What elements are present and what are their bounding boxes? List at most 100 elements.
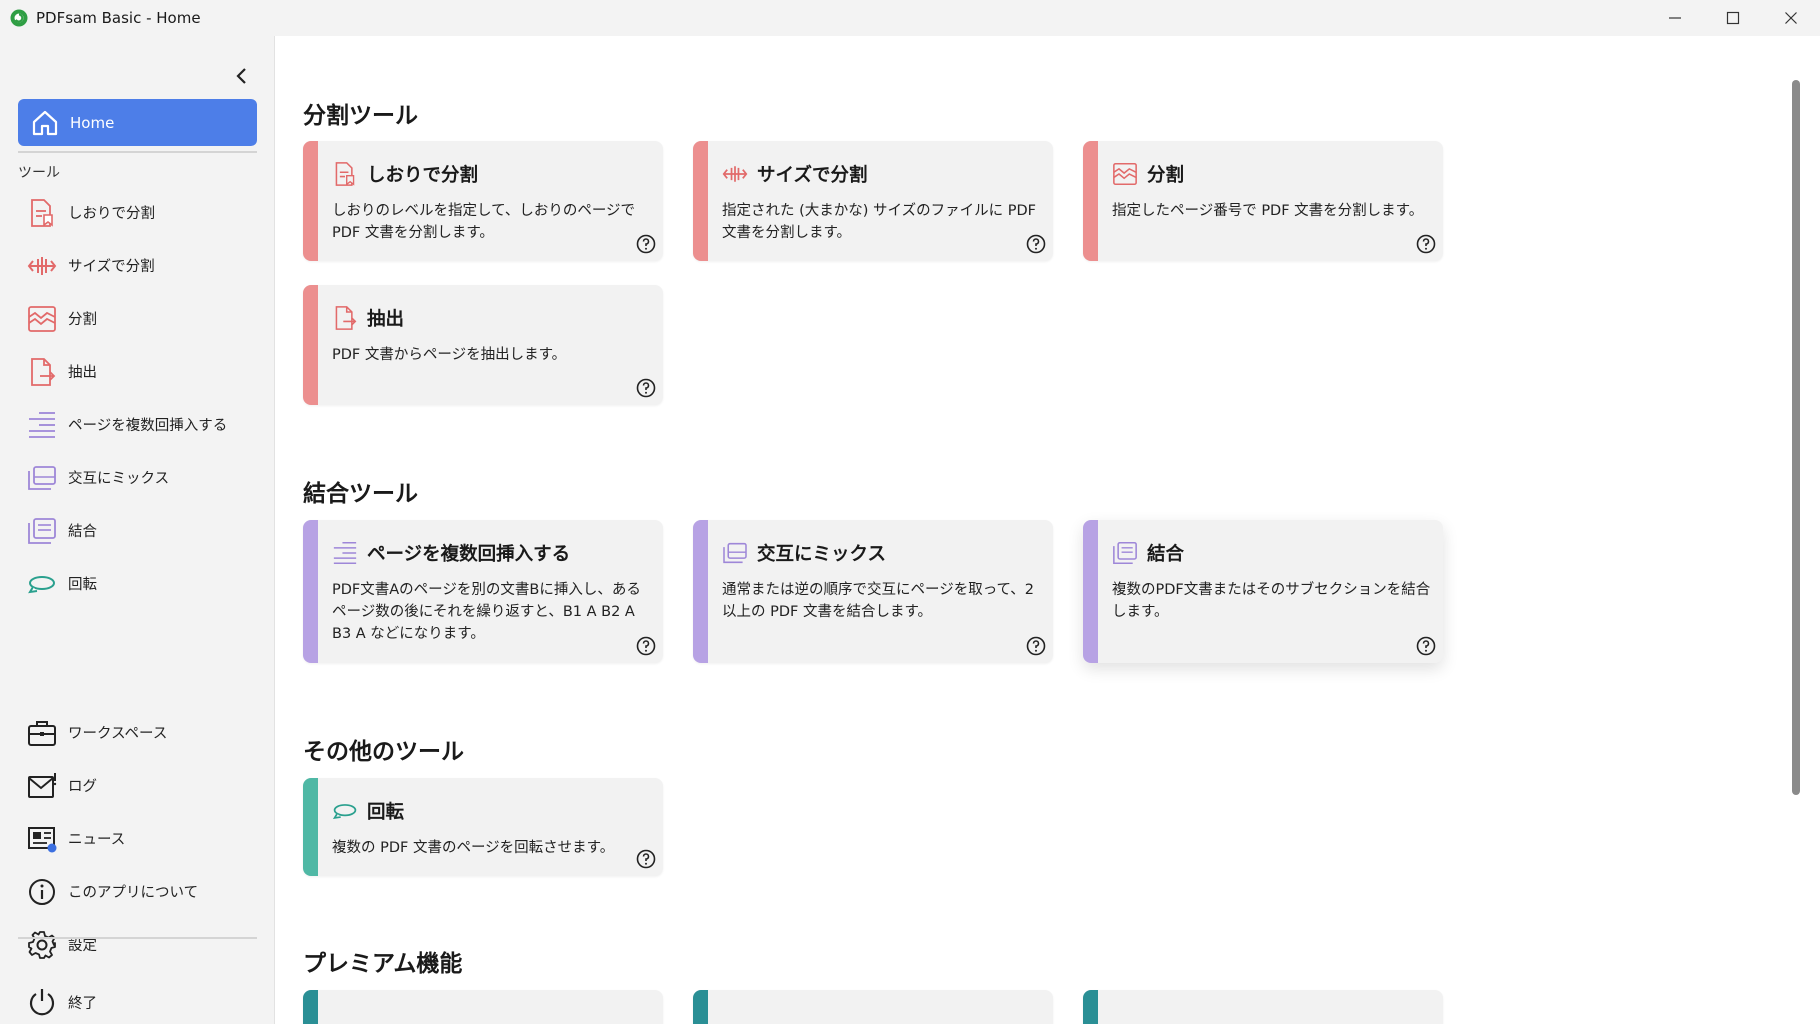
tool-card-merge[interactable]: 結合 複数のPDF文書またはそのサブセクションを結合します。: [1083, 520, 1443, 663]
rotate-icon: [332, 798, 358, 824]
card-stripe: [1083, 990, 1098, 1024]
gear-icon: [26, 929, 58, 961]
mail-alert-icon: [26, 770, 58, 802]
help-button[interactable]: [1415, 635, 1437, 657]
news-icon: [26, 823, 58, 855]
card-stripe: [1083, 141, 1098, 261]
sidebar-item-news[interactable]: ニュース: [26, 812, 266, 865]
sidebar-item-split-by-bookmarks[interactable]: しおりで分割: [26, 186, 266, 239]
maximize-icon: [1726, 11, 1740, 25]
sidebar-item-label: 終了: [68, 995, 97, 1012]
sidebar-item-extract[interactable]: 抽出: [26, 345, 266, 398]
sidebar-item-workspace[interactable]: ワークスペース: [26, 706, 266, 759]
tool-card-split[interactable]: 分割 指定したページ番号で PDF 文書を分割します。: [1083, 141, 1443, 261]
sidebar-item-label: ページを複数回挿入する: [68, 418, 228, 434]
sidebar-item-label: 回転: [68, 577, 97, 593]
tool-card-split-by-bookmarks[interactable]: しおりで分割 しおりのレベルを指定して、しおりのページで PDF 文書を分割しま…: [303, 141, 663, 261]
rotate-icon: [26, 568, 58, 600]
premium-card[interactable]: [693, 990, 1053, 1024]
help-button[interactable]: [635, 233, 657, 255]
tool-card-split-by-size[interactable]: サイズで分割 指定された (大まかな) サイズのファイルに PDF 文書を分割し…: [693, 141, 1053, 261]
help-icon: [1026, 636, 1046, 656]
sidebar-divider: [18, 151, 257, 153]
extract-icon: [332, 305, 358, 331]
help-icon: [1416, 234, 1436, 254]
card-stripe: [303, 285, 318, 405]
help-button[interactable]: [635, 848, 657, 870]
card-stripe: [303, 990, 318, 1024]
insert-pages-icon: [332, 540, 358, 566]
sidebar-item-label: 結合: [68, 524, 97, 540]
card-title: 回転: [367, 802, 405, 823]
help-button[interactable]: [1025, 233, 1047, 255]
tool-card-insert-pages[interactable]: ページを複数回挿入する PDF文書Aのページを別の文書Bに挿入し、あるページ数の…: [303, 520, 663, 663]
card-description: 指定したページ番号で PDF 文書を分割します。: [1112, 203, 1424, 219]
sidebar-item-split[interactable]: 分割: [26, 292, 266, 345]
minimize-button[interactable]: [1646, 0, 1704, 36]
help-button[interactable]: [1415, 233, 1437, 255]
premium-card[interactable]: [1083, 990, 1443, 1024]
chevron-left-icon: [236, 68, 246, 84]
sidebar-item-rotate[interactable]: 回転: [26, 557, 266, 610]
sidebar-item-label: ワークスペース: [68, 726, 168, 742]
help-button[interactable]: [635, 635, 657, 657]
card-title: しおりで分割: [367, 165, 479, 186]
tools-header: ツール: [18, 165, 60, 181]
card-title: サイズで分割: [757, 165, 868, 186]
sidebar-item-quit[interactable]: 終了: [26, 982, 97, 1022]
card-stripe: [1083, 520, 1098, 663]
sidebar-item-log[interactable]: ログ: [26, 759, 266, 812]
section-title-split: 分割ツール: [303, 103, 418, 129]
split-icon: [26, 303, 58, 335]
help-button[interactable]: [635, 377, 657, 399]
card-description: しおりのレベルを指定して、しおりのページで PDF 文書を分割します。: [332, 203, 636, 241]
card-title: 抽出: [367, 309, 405, 330]
insert-pages-icon: [26, 409, 58, 441]
sidebar-item-merge[interactable]: 結合: [26, 504, 266, 557]
help-icon: [636, 234, 656, 254]
sidebar-divider: [18, 937, 257, 939]
maximize-button[interactable]: [1704, 0, 1762, 36]
sidebar-item-split-by-size[interactable]: サイズで分割: [26, 239, 266, 292]
sidebar-item-label: 分割: [68, 312, 97, 328]
sidebar-item-about[interactable]: このアプリについて: [26, 865, 266, 918]
sidebar-item-label: 抽出: [68, 365, 97, 381]
close-button[interactable]: [1762, 0, 1820, 36]
help-icon: [1416, 636, 1436, 656]
tool-card-rotate[interactable]: 回転 複数の PDF 文書のページを回転させます。: [303, 778, 663, 876]
merge-icon: [1112, 540, 1138, 566]
sidebar-item-insert-pages[interactable]: ページを複数回挿入する: [26, 398, 266, 451]
section-title-premium: プレミアム機能: [303, 951, 463, 977]
sidebar-item-home[interactable]: Home: [18, 99, 257, 146]
sidebar-tools-list: しおりで分割 サイズで分割 分割 抽出 ページを複数回挿入する 交互にミックス …: [26, 186, 266, 610]
card-description: 指定された (大まかな) サイズのファイルに PDF 文書を分割します。: [722, 203, 1036, 241]
sidebar-item-label: ログ: [68, 779, 97, 795]
help-button[interactable]: [1025, 635, 1047, 657]
card-stripe: [303, 778, 318, 876]
sidebar-item-label: 交互にミックス: [68, 471, 170, 487]
power-icon: [26, 986, 58, 1018]
card-stripe: [303, 141, 318, 261]
sidebar-item-settings[interactable]: 設定: [26, 918, 266, 971]
card-stripe: [693, 990, 708, 1024]
alternate-mix-icon: [26, 462, 58, 494]
tool-card-extract[interactable]: 抽出 PDF 文書からページを抽出します。: [303, 285, 663, 405]
alternate-mix-icon: [722, 540, 748, 566]
sidebar-item-label: このアプリについて: [68, 885, 199, 901]
minimize-icon: [1669, 17, 1681, 19]
app-logo-icon: [10, 9, 28, 27]
help-icon: [636, 636, 656, 656]
vertical-scrollbar[interactable]: [1792, 80, 1800, 795]
sidebar-item-label: サイズで分割: [68, 259, 155, 275]
close-icon: [1785, 12, 1797, 24]
merge-icon: [26, 515, 58, 547]
split-icon: [1112, 161, 1138, 187]
collapse-sidebar-button[interactable]: [230, 64, 254, 88]
sidebar-item-alternate-mix[interactable]: 交互にミックス: [26, 451, 266, 504]
window-title: PDFsam Basic - Home: [36, 9, 201, 27]
tool-card-alternate-mix[interactable]: 交互にミックス 通常または逆の順序で交互にページを取って、2 以上の PDF 文…: [693, 520, 1053, 663]
card-stripe: [303, 520, 318, 663]
section-title-merge: 結合ツール: [303, 481, 418, 507]
premium-card[interactable]: [303, 990, 663, 1024]
card-title: ページを複数回挿入する: [367, 544, 571, 565]
